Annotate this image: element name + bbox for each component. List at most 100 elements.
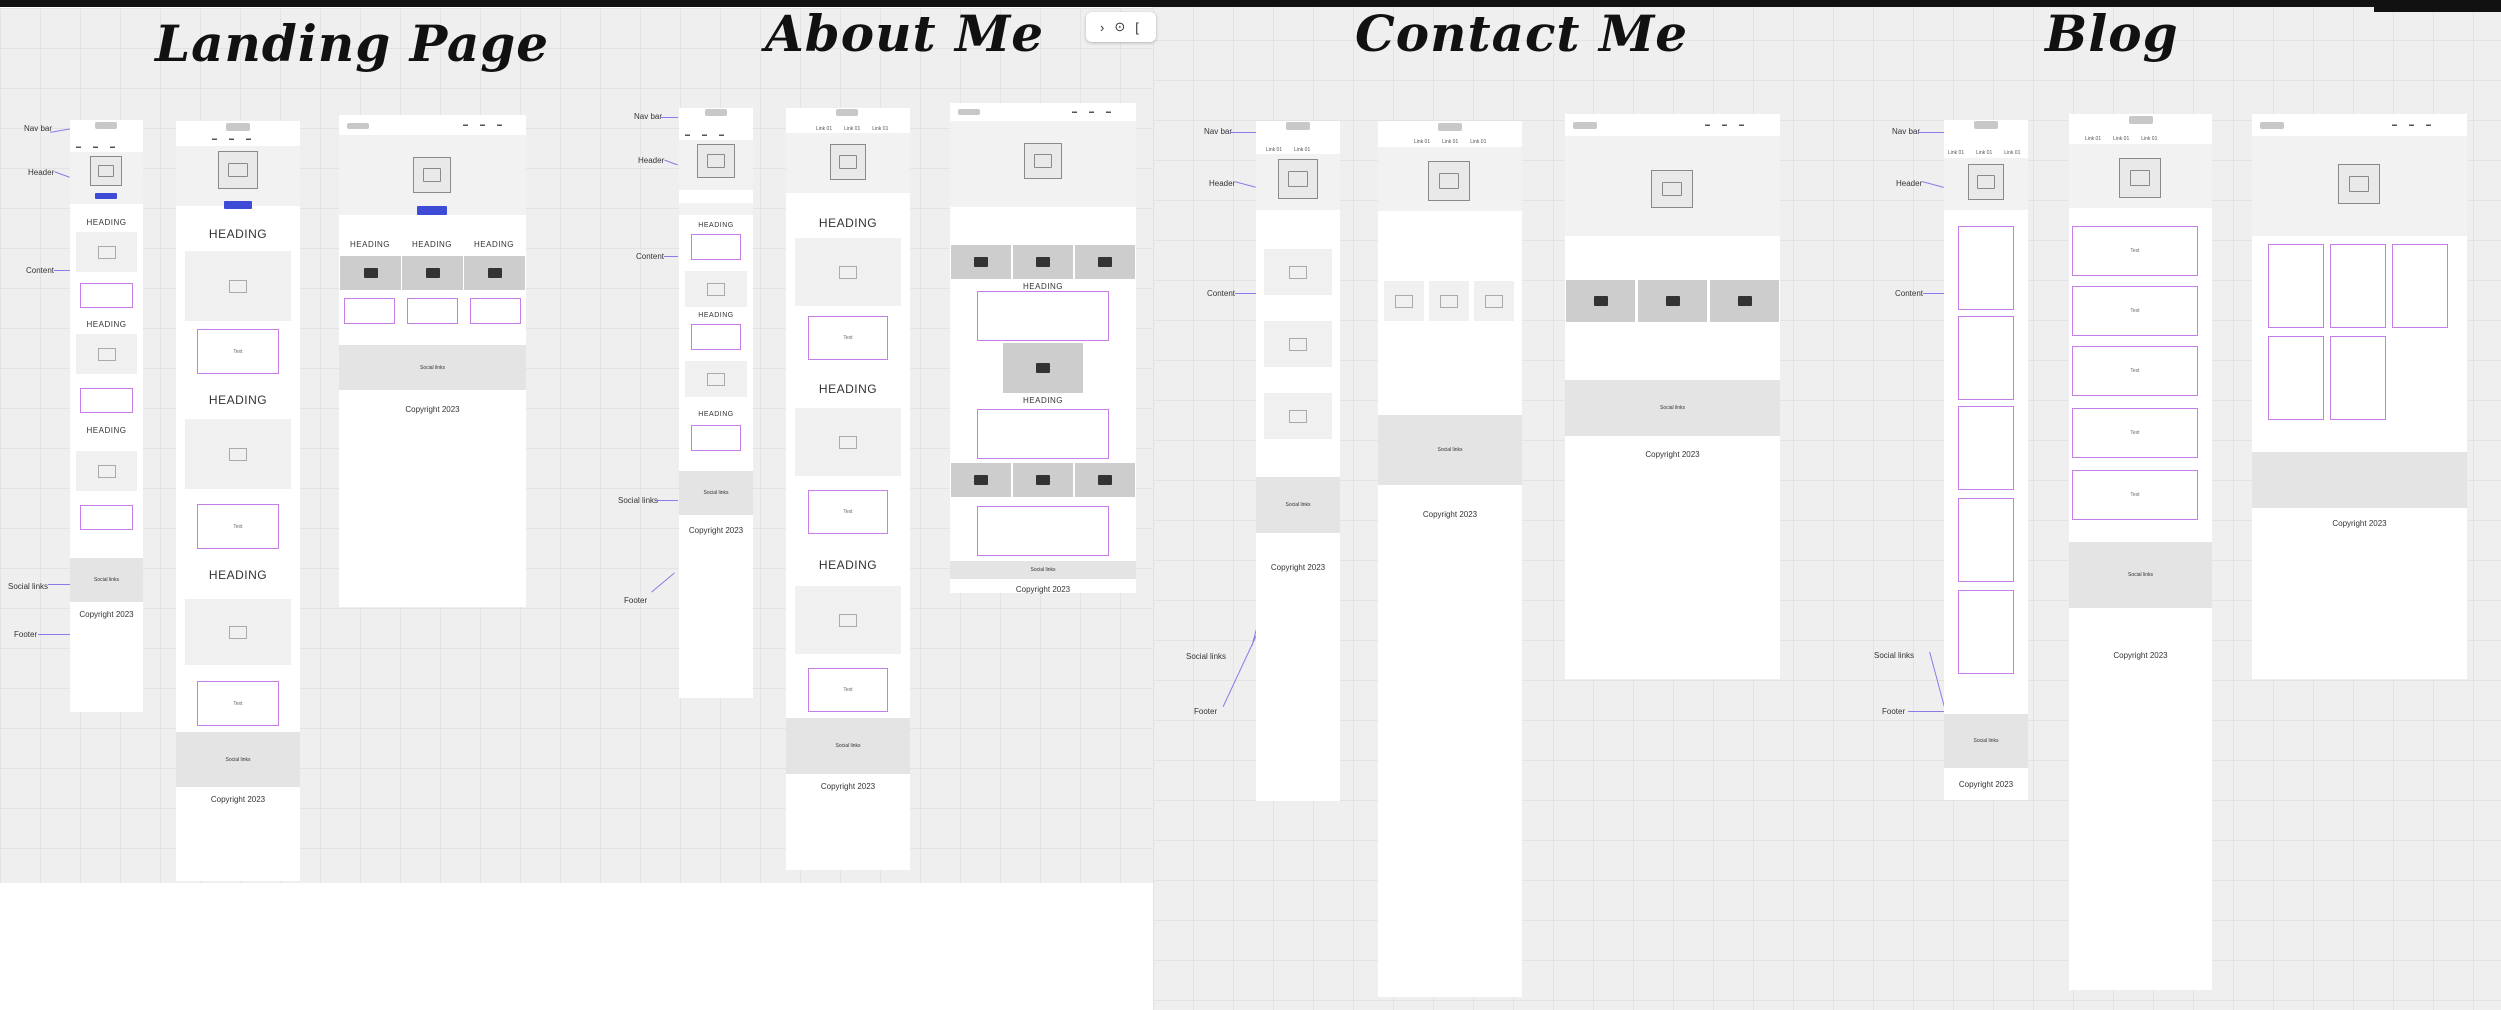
annotation-line xyxy=(1923,293,1944,294)
content-image xyxy=(76,451,137,491)
logo xyxy=(1438,123,1462,131)
image-placeholder-icon xyxy=(1278,159,1318,199)
heading: HEADING xyxy=(698,312,734,319)
blog-card[interactable] xyxy=(1958,226,2014,310)
cta-button[interactable] xyxy=(224,201,252,209)
blog-post-row[interactable]: Text xyxy=(2072,470,2198,520)
blog-post-row[interactable]: Text xyxy=(2072,346,2198,396)
content-image xyxy=(185,599,291,665)
top-edge-right xyxy=(2374,0,2501,12)
logo xyxy=(958,109,980,115)
blog-card[interactable] xyxy=(1958,406,2014,490)
text-card xyxy=(80,283,133,308)
clock-icon[interactable]: ⊙ xyxy=(1114,19,1125,35)
logo xyxy=(836,109,858,116)
blog-card[interactable] xyxy=(2392,244,2448,328)
title-contact-me: Contact Me xyxy=(1355,4,1689,63)
text-card xyxy=(344,298,395,324)
text-card: Text xyxy=(197,329,279,374)
blog-card[interactable] xyxy=(1958,498,2014,582)
footer-social-links: Social links xyxy=(786,718,910,774)
text-card xyxy=(80,505,133,530)
content-image xyxy=(1710,280,1779,322)
logo xyxy=(2129,116,2153,124)
blog-post-row[interactable]: Text xyxy=(2072,408,2198,458)
text-card xyxy=(977,506,1109,556)
annotation-content: Content xyxy=(1895,289,1924,298)
image-placeholder-icon xyxy=(2338,164,2380,204)
text-card: Text xyxy=(197,504,279,549)
nav-links: ▬ ▬ ▬ xyxy=(463,122,502,128)
cta-button[interactable] xyxy=(95,193,117,199)
content-image xyxy=(951,245,1011,279)
content-image xyxy=(1384,281,1424,321)
content-image xyxy=(185,419,291,489)
annotation-footer: Footer xyxy=(1194,707,1218,716)
chevron-right-icon[interactable]: › xyxy=(1100,20,1104,35)
heading: HEADING xyxy=(818,216,878,230)
blog-card[interactable] xyxy=(2330,336,2386,420)
logo xyxy=(347,123,369,129)
annotation-nav-bar: Nav bar xyxy=(24,124,53,133)
copyright: Copyright 2023 xyxy=(79,610,134,619)
nav-links: ▬ ▬ ▬ xyxy=(212,136,251,142)
annotation-footer: Footer xyxy=(1882,707,1906,716)
annotation-header: Header xyxy=(1209,179,1236,188)
content-image xyxy=(340,256,401,290)
annotation-line xyxy=(660,117,678,118)
blog-card[interactable] xyxy=(2268,336,2324,420)
annotation-line xyxy=(38,634,70,635)
heading: HEADING xyxy=(208,227,268,241)
blog-post-row[interactable]: Text xyxy=(2072,286,2198,336)
content-image xyxy=(76,334,137,374)
copyright: Copyright 2023 xyxy=(2113,651,2168,660)
content-image xyxy=(1264,393,1332,439)
heading: HEADING xyxy=(698,222,734,229)
floating-toolbar[interactable]: › ⊙ [ xyxy=(1086,12,1156,42)
annotation-line xyxy=(664,256,678,257)
annotation-line xyxy=(656,500,678,501)
annotation-content: Content xyxy=(1207,289,1236,298)
nav-links: ▬ ▬ ▬ xyxy=(1072,109,1111,115)
heading: HEADING xyxy=(818,558,878,572)
annotation-content: Content xyxy=(636,252,665,261)
content-image xyxy=(685,271,747,307)
heading: HEADING xyxy=(412,240,452,249)
annotation-header: Header xyxy=(28,168,55,177)
text-card xyxy=(407,298,458,324)
annotation-line xyxy=(54,270,70,271)
annotation-nav-bar: Nav bar xyxy=(634,112,663,121)
blog-mobile-frame: Link 01 Link 01 Link 01 Social links Copyr… xyxy=(1944,120,2028,800)
annotation-social-links: Social links xyxy=(8,582,49,591)
frame-icon[interactable]: [ xyxy=(1135,20,1139,35)
sub-nav xyxy=(679,203,753,215)
image-placeholder-icon xyxy=(90,156,122,186)
annotation-line xyxy=(1908,711,1944,712)
blog-card[interactable] xyxy=(1958,590,2014,674)
image-placeholder-icon xyxy=(1024,143,1062,179)
contact-mobile-frame: Link 01 Link 01 Social links Copyright 20… xyxy=(1256,121,1340,801)
heading: HEADING xyxy=(86,218,127,227)
content-image xyxy=(1638,280,1707,322)
footer-social-links: Social links xyxy=(339,345,526,390)
footer-social-links: Social links xyxy=(950,561,1136,579)
blog-card[interactable] xyxy=(2268,244,2324,328)
nav-links: Link 01 Link 01 Link 01 xyxy=(1948,150,2021,156)
nav-links: Link 01 Link 01 xyxy=(1266,147,1311,153)
heading: HEADING xyxy=(818,382,878,396)
cta-button[interactable] xyxy=(417,206,447,215)
copyright: Copyright 2023 xyxy=(1958,780,2014,789)
blog-post-row[interactable]: Text xyxy=(2072,226,2198,276)
blog-card[interactable] xyxy=(1958,316,2014,400)
heading: HEADING xyxy=(208,393,268,407)
content-image xyxy=(795,238,901,306)
copyright: Copyright 2023 xyxy=(1422,510,1478,519)
logo xyxy=(226,123,250,131)
text-card xyxy=(691,324,741,350)
image-placeholder-icon xyxy=(413,157,451,193)
content-image xyxy=(1264,249,1332,295)
blog-card[interactable] xyxy=(2330,244,2386,328)
annotation-nav-bar: Nav bar xyxy=(1892,127,1921,136)
logo xyxy=(1573,122,1597,129)
blog-desktop-frame: ▬ ▬ ▬ Copyright 2023 xyxy=(2252,114,2467,679)
